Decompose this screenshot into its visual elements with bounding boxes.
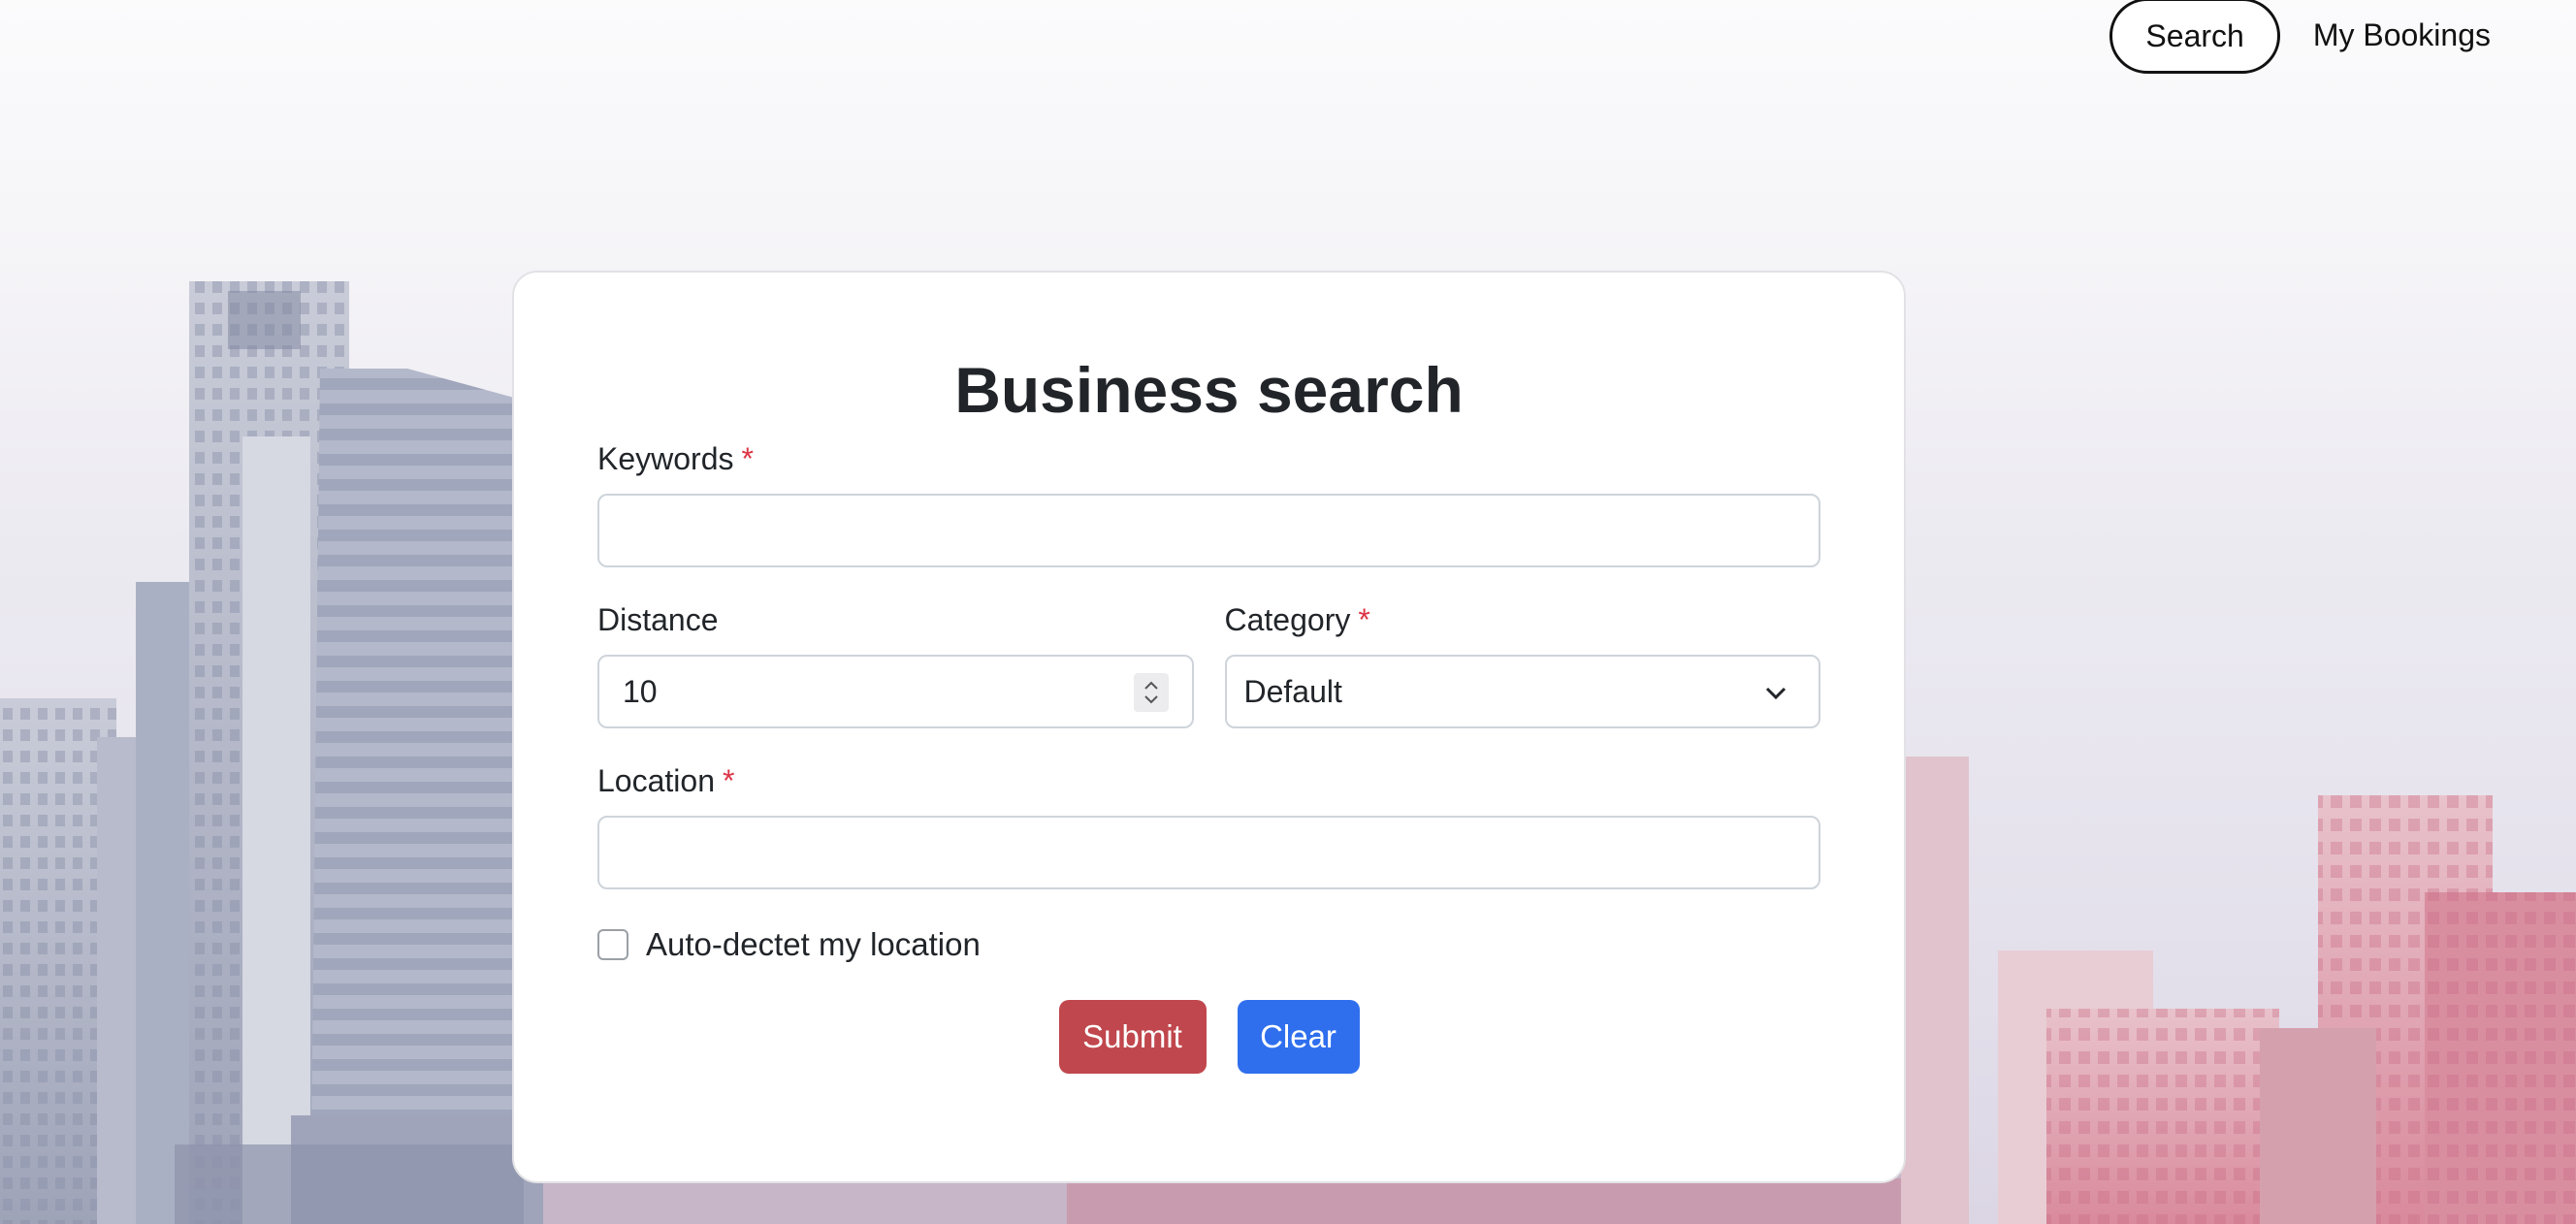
- top-nav: Search My Bookings: [2109, 0, 2576, 78]
- auto-detect-checkbox[interactable]: [597, 929, 628, 960]
- category-label: Category *: [1225, 600, 1821, 639]
- chevron-down-icon: [1765, 687, 1787, 700]
- category-selected-value: Default: [1243, 673, 1342, 709]
- page-title: Business search: [954, 354, 1464, 426]
- chevron-up-icon: [1143, 681, 1158, 690]
- location-label-text: Location: [597, 763, 715, 798]
- category-select[interactable]: Default: [1224, 655, 1820, 728]
- required-mark: *: [722, 763, 735, 798]
- keywords-label: Keywords *: [597, 439, 1820, 478]
- nav-search-link[interactable]: Search: [2109, 0, 2280, 74]
- required-mark: *: [1358, 602, 1370, 637]
- required-mark: *: [741, 441, 754, 476]
- auto-detect-label[interactable]: Auto-dectet my location: [646, 926, 981, 963]
- clear-button[interactable]: Clear: [1237, 1000, 1360, 1074]
- chevron-down-icon: [1143, 695, 1158, 704]
- form-actions: Submit Clear: [597, 1000, 1820, 1074]
- business-search-card: Business search Keywords * Distance 10 Ca…: [512, 271, 1906, 1183]
- distance-label: Distance: [597, 602, 719, 637]
- keywords-label-text: Keywords: [597, 441, 734, 476]
- nav-my-bookings-link[interactable]: My Bookings: [2313, 17, 2491, 53]
- auto-detect-row: Auto-dectet my location: [597, 926, 1820, 963]
- location-input[interactable]: [597, 816, 1820, 889]
- location-label: Location *: [597, 761, 1820, 800]
- distance-input[interactable]: 10: [597, 655, 1194, 728]
- category-label-text: Category: [1224, 602, 1351, 637]
- distance-value: 10: [623, 673, 658, 709]
- submit-button[interactable]: Submit: [1058, 1000, 1207, 1074]
- number-stepper[interactable]: [1133, 673, 1169, 712]
- keywords-input[interactable]: [597, 494, 1820, 567]
